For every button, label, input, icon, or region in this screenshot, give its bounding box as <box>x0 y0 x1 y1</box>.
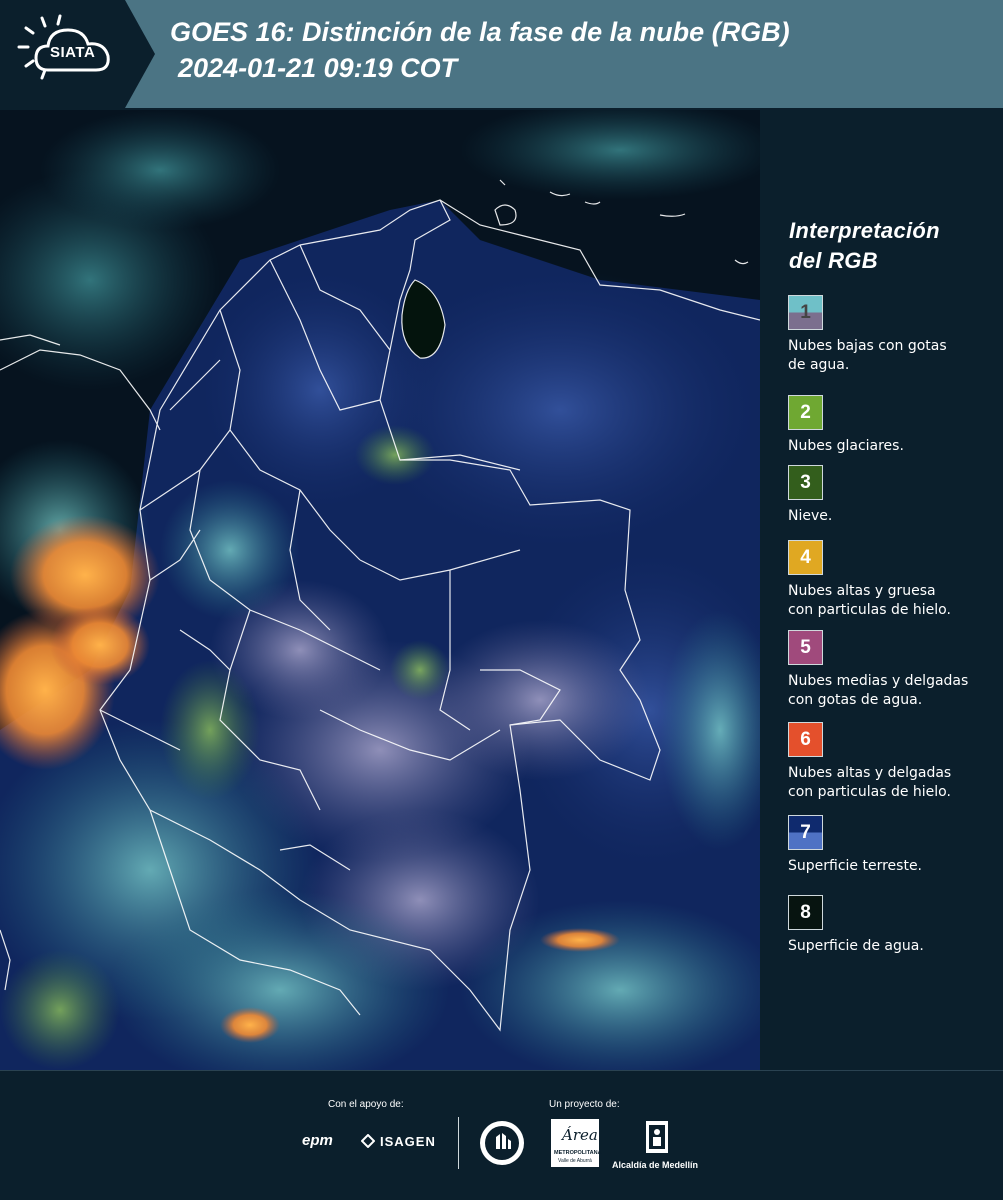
legend-description-line-2: con gotas de agua. <box>788 692 923 708</box>
legend-number: 4 <box>800 547 811 568</box>
area-metropolitana-line-2: Valle de Aburrá <box>558 1158 592 1164</box>
legend-item-2: 2 Nubes glaciares. <box>788 395 998 456</box>
legend-swatch: 5 <box>788 630 823 665</box>
legend-swatch: 3 <box>788 465 823 500</box>
legend-number: 8 <box>800 902 811 923</box>
legend-swatch: 6 <box>788 722 823 757</box>
legend-description: Nubes medias y delgadas con gotas de agua… <box>788 672 998 710</box>
legend-description: Nubes altas y delgadas con particulas de … <box>788 764 998 802</box>
isagen-mark-icon <box>360 1133 376 1149</box>
legend-number: 6 <box>800 729 811 750</box>
legend-description: Nubes altas y gruesa con particulas de hi… <box>788 582 998 620</box>
legend-description-line-2: de agua. <box>788 357 850 373</box>
legend-swatch: 8 <box>788 895 823 930</box>
legend-item-8: 8 Superficie de agua. <box>788 895 998 956</box>
legend-number: 7 <box>800 822 811 843</box>
legend-item-6: 6 Nubes altas y delgadas con particulas de… <box>788 722 998 802</box>
legend-description: Nieve. <box>788 507 998 526</box>
legend-description-line-1: Nubes glaciares. <box>788 438 904 454</box>
area-metropolitana-logo: Área METROPOLITANA Valle de Aburrá <box>551 1119 602 1167</box>
legend-description: Nubes glaciares. <box>788 437 998 456</box>
legend-description-line-1: Nubes bajas con gotas <box>788 338 947 354</box>
legend-swatch: 7 <box>788 815 823 850</box>
area-metropolitana-line-1: METROPOLITANA <box>554 1150 602 1156</box>
page-title: GOES 16: Distinción de la fase de la nub… <box>170 14 790 86</box>
header-banner: SIATA GOES 16: Distinción de la fase de … <box>0 0 1003 108</box>
title-line-2: 2024-01-21 09:19 COT <box>178 53 458 83</box>
legend-swatch: 4 <box>788 540 823 575</box>
legend-item-7: 7 Superficie terreste. <box>788 815 998 876</box>
footer: Con el apoyo de: Un proyecto de: epm ISA… <box>0 1070 1003 1200</box>
epm-logo: epm <box>302 1132 333 1149</box>
medellin-coat-of-arms-icon <box>643 1119 671 1157</box>
legend-title: Interpretación del RGB <box>789 216 940 276</box>
legend-description: Superficie de agua. <box>788 937 998 956</box>
legend-title-line-1: Interpretación <box>789 218 940 243</box>
area-metropolitana-script: Área <box>562 1126 598 1144</box>
legend-description-line-2: con particulas de hielo. <box>788 602 951 618</box>
legend-swatch: 2 <box>788 395 823 430</box>
project-label: Un proyecto de: <box>549 1099 620 1110</box>
legend-description-line-2: con particulas de hielo. <box>788 784 951 800</box>
legend-description-line-1: Nubes medias y delgadas <box>788 673 969 689</box>
support-label: Con el apoyo de: <box>328 1099 404 1110</box>
legend-description-line-1: Superficie de agua. <box>788 938 924 954</box>
legend-number: 5 <box>800 637 811 658</box>
satellite-rgb-map <box>0 110 760 1070</box>
legend-description-line-1: Nubes altas y delgadas <box>788 765 952 781</box>
legend-number: 3 <box>800 472 811 493</box>
legend-description-line-1: Nieve. <box>788 508 833 524</box>
legend-item-5: 5 Nubes medias y delgadas con gotas de agu… <box>788 630 998 710</box>
legend-description: Superficie terreste. <box>788 857 998 876</box>
legend-item-4: 4 Nubes altas y gruesa con particulas de h… <box>788 540 998 620</box>
siata-logo: SIATA <box>0 0 155 108</box>
legend-description-line-1: Superficie terreste. <box>788 858 923 874</box>
footer-divider <box>458 1117 459 1169</box>
legend-description: Nubes bajas con gotas de agua. <box>788 337 998 375</box>
legend-item-1: 1 Nubes bajas con gotas de agua. <box>788 295 998 375</box>
legend-number: 2 <box>800 402 811 423</box>
legend-description-line-1: Nubes altas y gruesa <box>788 583 936 599</box>
title-line-1: GOES 16: Distinción de la fase de la nub… <box>170 17 790 47</box>
legend-swatch: 1 <box>788 295 823 330</box>
legend-number: 1 <box>800 302 811 323</box>
page: SIATA GOES 16: Distinción de la fase de … <box>0 0 1003 1200</box>
legend-panel: Interpretación del RGB 1 Nubes bajas con … <box>776 110 1003 1070</box>
alcaldia-medellin-text: Alcaldía de Medellín <box>612 1160 699 1170</box>
siata-logo-text: SIATA <box>50 44 96 61</box>
siata-seal-icon <box>478 1119 526 1167</box>
legend-title-line-2: del RGB <box>789 248 878 273</box>
legend-item-3: 3 Nieve. <box>788 465 998 526</box>
isagen-logo: ISAGEN <box>380 1134 436 1149</box>
